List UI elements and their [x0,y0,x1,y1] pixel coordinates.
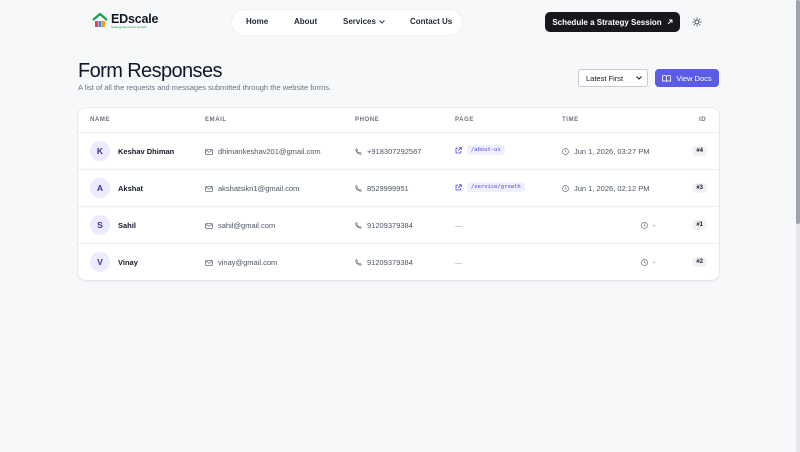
phone-icon [355,148,362,155]
phone-icon [355,185,362,192]
column-header-time: TIME [562,117,579,123]
page-scrollbar[interactable] [796,0,800,452]
row-name: Keshav Dhiman [118,147,175,156]
mail-icon [205,259,213,266]
row-phone: 91209379384 [355,258,413,267]
row-email: akshatsikri1@gmail.com [205,184,299,193]
row-phone-text: 8529999951 [367,184,409,193]
row-time: - [641,258,656,267]
row-phone: 91209379384 [355,221,413,230]
brand-logo[interactable]: EDscale Strategy.Execution.Growth [92,12,158,30]
row-email: vinay@gmail.com [205,258,277,267]
row-id-badge: #1 [692,220,707,230]
row-time: Jun 1, 2026, 02:12 PM [562,184,649,193]
row-name: Akshat [118,184,144,193]
book-icon [662,74,672,82]
row-time: - [641,221,656,230]
row-phone-text: +918307292567 [367,147,422,156]
mail-icon [205,185,213,192]
row-phone-text: 91209379384 [367,258,413,267]
responses-table: NAME EMAIL PHONE PAGE TIME ID K Keshav D… [78,108,719,280]
column-header-name: NAME [90,117,111,123]
table-row[interactable]: A Akshat akshatsikri1@gmail.com 85299999… [78,170,719,207]
row-time: Jun 1, 2026, 03:27 PM [562,147,649,156]
row-id-badge: #3 [692,183,707,193]
row-phone: +918307292567 [355,147,421,156]
row-id-badge: #4 [692,146,707,156]
row-page-empty: — [455,221,463,230]
chevron-down-icon [636,76,642,80]
theme-toggle-button[interactable] [688,13,706,31]
avatar: A [90,178,110,198]
cta-label: Schedule a Strategy Session [552,17,662,27]
avatar: S [90,215,110,235]
clock-icon [562,185,569,192]
mail-icon [205,222,213,229]
phone-icon [355,222,362,229]
row-time-text: - [653,221,656,230]
view-docs-button[interactable]: View Docs [655,69,719,87]
row-id-badge: #2 [692,257,707,267]
nav-contact[interactable]: Contact Us [410,17,452,26]
brand-tagline: Strategy.Execution.Growth [111,25,147,29]
avatar: K [90,141,110,161]
row-page[interactable]: /about-us [455,145,505,155]
row-email: sahil@gmail.com [205,221,275,230]
row-name: Vinay [118,258,138,267]
scrollbar-thumb[interactable] [796,0,800,224]
page-title: Form Responses [78,60,222,82]
clock-icon [641,259,648,266]
sun-icon [692,17,702,27]
mail-icon [205,148,213,155]
phone-icon [355,259,362,266]
column-header-id: ID [699,117,707,123]
row-phone-text: 91209379384 [367,221,413,230]
column-header-phone: PHONE [355,117,380,123]
clock-icon [641,222,648,229]
nav-about[interactable]: About [294,17,317,26]
external-link-icon [455,183,462,190]
view-docs-label: View Docs [676,73,712,83]
site-header: EDscale Strategy.Execution.Growth Home A… [0,0,796,44]
sort-select[interactable]: Latest First [578,69,648,87]
main-nav: Home About Services Contact Us [232,10,462,35]
row-email-text: sahil@gmail.com [218,221,276,230]
row-page[interactable]: /service/growth [455,182,525,192]
table-row[interactable]: V Vinay vinay@gmail.com 91209379384 — - … [78,244,719,280]
row-time-text: Jun 1, 2026, 03:27 PM [574,147,650,156]
table-row[interactable]: K Keshav Dhiman dhimankeshav201@gmail.co… [78,133,719,170]
clock-icon [562,148,569,155]
row-time-text: - [653,258,656,267]
avatar: V [90,252,110,272]
row-name: Sahil [118,221,136,230]
page-chip: /service/growth [467,182,525,192]
external-link-icon [455,146,462,153]
column-header-page: PAGE [455,117,474,123]
row-phone: 8529999951 [355,184,409,193]
logo-house-icon [92,12,108,30]
nav-services[interactable]: Services [343,17,385,26]
nav-home[interactable]: Home [246,17,268,26]
row-time-text: Jun 1, 2026, 02:12 PM [574,184,650,193]
row-email-text: dhimankeshav201@gmail.com [218,147,321,156]
row-email-text: vinay@gmail.com [218,258,278,267]
row-email: dhimankeshav201@gmail.com [205,147,321,156]
page-chip: /about-us [467,145,505,155]
schedule-session-button[interactable]: Schedule a Strategy Session [545,12,680,32]
chevron-down-icon [379,19,385,24]
brand-name: EDscale [111,12,159,26]
sort-selected-value: Latest First [586,73,624,83]
row-email-text: akshatsikri1@gmail.com [218,184,300,193]
nav-services-label: Services [343,17,376,26]
arrow-up-right-icon [667,19,673,25]
column-header-email: EMAIL [205,117,227,123]
table-row[interactable]: S Sahil sahil@gmail.com 91209379384 — - … [78,207,719,244]
page-subtitle: A list of all the requests and messages … [78,83,332,92]
row-page-empty: — [455,258,463,267]
